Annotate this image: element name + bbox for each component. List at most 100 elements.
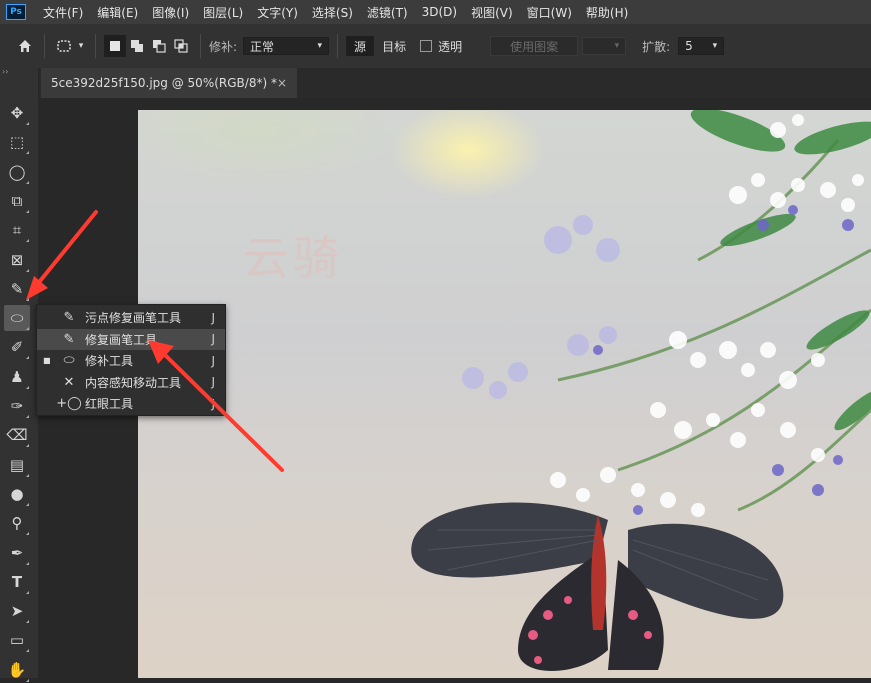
current-tool-marker: ■	[43, 356, 51, 365]
chevron-down-icon[interactable]: ▾	[75, 35, 87, 57]
watermark-text: 云骑	[243, 231, 343, 285]
stamp-tool-icon[interactable]: ♟	[4, 364, 30, 390]
diffusion-select[interactable]: 5 ▾	[678, 37, 725, 55]
flyout-item-label: 修补工具	[85, 354, 134, 368]
menu-filter[interactable]: 滤镜(T)	[360, 4, 415, 21]
chevron-down-icon: ▾	[712, 41, 718, 51]
more-tools-indicator	[26, 620, 29, 624]
patch-mode-select[interactable]: 正常 ▾	[243, 37, 330, 55]
more-tools-indicator	[26, 239, 29, 243]
marquee-tool-icon[interactable]: ⬚	[4, 129, 30, 155]
flyout-item-content-aware-move[interactable]: ✕ 内容感知移动工具 J	[37, 372, 225, 393]
shortcut-key: J	[211, 396, 215, 411]
more-tools-indicator	[26, 151, 29, 155]
chevron-down-icon: ▾	[317, 41, 323, 51]
hand-tool-icon[interactable]: ✋	[4, 657, 30, 683]
shortcut-key: J	[211, 353, 215, 368]
diffusion-label: 扩散:	[642, 39, 671, 54]
brush-tool-icon[interactable]: ✐	[4, 334, 30, 360]
healing-tools-flyout: ✎ 污点修复画笔工具 J ✎ 修复画笔工具 J ■ ⬭ 修补工具 J ✕ 内容感知移动工具 J +◯ 红眼工…	[36, 304, 226, 416]
menu-edit[interactable]: 编辑(E)	[90, 4, 145, 21]
document-tab[interactable]: 5ce392d25f150.jpg @ 50%(RGB/8*) * ×	[41, 68, 297, 98]
red-eye-icon: +◯	[56, 396, 82, 411]
menu-image[interactable]: 图像(I)	[145, 4, 196, 21]
target-button[interactable]: 目标	[374, 36, 414, 56]
more-tools-indicator	[26, 415, 29, 418]
more-tools-indicator	[26, 561, 29, 565]
patch-icon: ⬭	[63, 353, 75, 368]
pen-tool-icon[interactable]: ✒	[4, 540, 30, 566]
menu-view[interactable]: 视图(V)	[464, 4, 520, 21]
lasso-tool-icon[interactable]: ◯	[4, 159, 30, 185]
options-bar: ▾ 修补: 正常 ▾ 源 目标 透明 使用图案 ▾ 扩散: 5 ▾	[0, 24, 871, 69]
patch-tool-icon[interactable]: ⬭	[4, 305, 30, 332]
document-tab-strip: 5ce392d25f150.jpg @ 50%(RGB/8*) * ×	[38, 68, 871, 98]
rectangle-tool-icon[interactable]: ▭	[4, 627, 30, 653]
history-brush-tool-icon[interactable]: ✑	[4, 393, 30, 419]
transparent-label: 透明	[438, 39, 463, 54]
more-tools-indicator	[26, 297, 29, 301]
healing-brush-icon: ✎	[63, 331, 75, 347]
flyout-item-red-eye[interactable]: +◯ 红眼工具 J	[37, 393, 225, 414]
more-tools-indicator	[26, 444, 29, 448]
document-image[interactable]: 云骑	[138, 110, 871, 678]
menu-type[interactable]: 文字(Y)	[250, 4, 305, 21]
subtract-from-selection-icon[interactable]	[148, 35, 170, 57]
pattern-picker[interactable]: ▾	[582, 37, 627, 55]
more-tools-indicator	[26, 356, 29, 360]
home-icon[interactable]	[14, 35, 36, 57]
intersect-selection-icon[interactable]	[170, 35, 192, 57]
more-tools-indicator	[26, 268, 29, 272]
use-pattern-button[interactable]: 使用图案	[490, 36, 579, 56]
menu-bar: Ps 文件(F) 编辑(E) 图像(I) 图层(L) 文字(Y) 选择(S) 滤…	[0, 0, 871, 24]
menu-help[interactable]: 帮助(H)	[579, 4, 635, 21]
menu-window[interactable]: 窗口(W)	[520, 4, 579, 21]
photoshop-logo[interactable]: Ps	[6, 4, 26, 20]
chevron-down-icon: ▾	[614, 41, 620, 51]
dodge-tool-icon[interactable]: ⚲	[4, 510, 30, 536]
more-tools-indicator	[26, 532, 29, 536]
more-tools-indicator	[26, 122, 29, 125]
document-tab-title: 5ce392d25f150.jpg @ 50%(RGB/8*) *	[51, 76, 277, 90]
tool-preset-patch-icon[interactable]	[53, 35, 75, 57]
spot-healing-brush-icon: ✎	[63, 310, 75, 325]
flyout-item-spot-healing-brush[interactable]: ✎ 污点修复画笔工具 J	[37, 307, 225, 328]
divider	[337, 34, 339, 58]
move-tool-icon[interactable]: ✥	[4, 100, 30, 126]
patch-mode-label: 修补:	[209, 39, 238, 54]
eraser-tool-icon[interactable]: ⌫	[4, 422, 30, 448]
photo-content	[411, 110, 871, 671]
object-select-tool-icon[interactable]: ⧉	[4, 188, 30, 214]
crop-tool-icon[interactable]: ⌗	[4, 217, 30, 243]
add-to-selection-icon[interactable]	[126, 35, 148, 57]
shortcut-key: J	[211, 310, 215, 325]
source-button[interactable]: 源	[346, 36, 375, 56]
checkbox-box[interactable]	[420, 40, 433, 52]
more-tools-indicator	[26, 327, 29, 331]
diffusion-value: 5	[685, 39, 693, 53]
menu-layer[interactable]: 图层(L)	[196, 4, 250, 21]
flyout-item-healing-brush[interactable]: ✎ 修复画笔工具 J	[37, 328, 225, 350]
collapse-panel-icon[interactable]: ››	[2, 67, 8, 76]
transparent-checkbox[interactable]: 透明	[420, 38, 462, 55]
menu-3d[interactable]: 3D(D)	[415, 5, 464, 19]
close-icon[interactable]: ×	[277, 76, 287, 90]
gradient-tool-icon[interactable]: ▤	[4, 452, 30, 478]
blur-tool-icon[interactable]: ●	[4, 481, 30, 507]
patch-mode-value: 正常	[250, 39, 275, 54]
shortcut-key: J	[211, 332, 215, 346]
more-tools-indicator	[26, 385, 29, 389]
menu-file[interactable]: 文件(F)	[36, 4, 90, 21]
eyedropper-tool-icon[interactable]: ✎	[4, 276, 30, 302]
new-selection-icon[interactable]	[104, 35, 126, 57]
type-tool-icon[interactable]: T	[4, 569, 30, 595]
more-tools-indicator	[26, 590, 29, 594]
more-tools-indicator	[26, 180, 29, 184]
flyout-item-label: 内容感知移动工具	[85, 375, 182, 390]
frame-tool-icon[interactable]: ⊠	[4, 247, 30, 273]
flyout-item-label: 修复画笔工具	[85, 332, 158, 347]
flyout-item-patch[interactable]: ■ ⬭ 修补工具 J	[37, 350, 225, 371]
menu-select[interactable]: 选择(S)	[305, 4, 360, 21]
more-tools-indicator	[26, 649, 29, 653]
path-select-tool-icon[interactable]: ➤	[4, 598, 30, 624]
